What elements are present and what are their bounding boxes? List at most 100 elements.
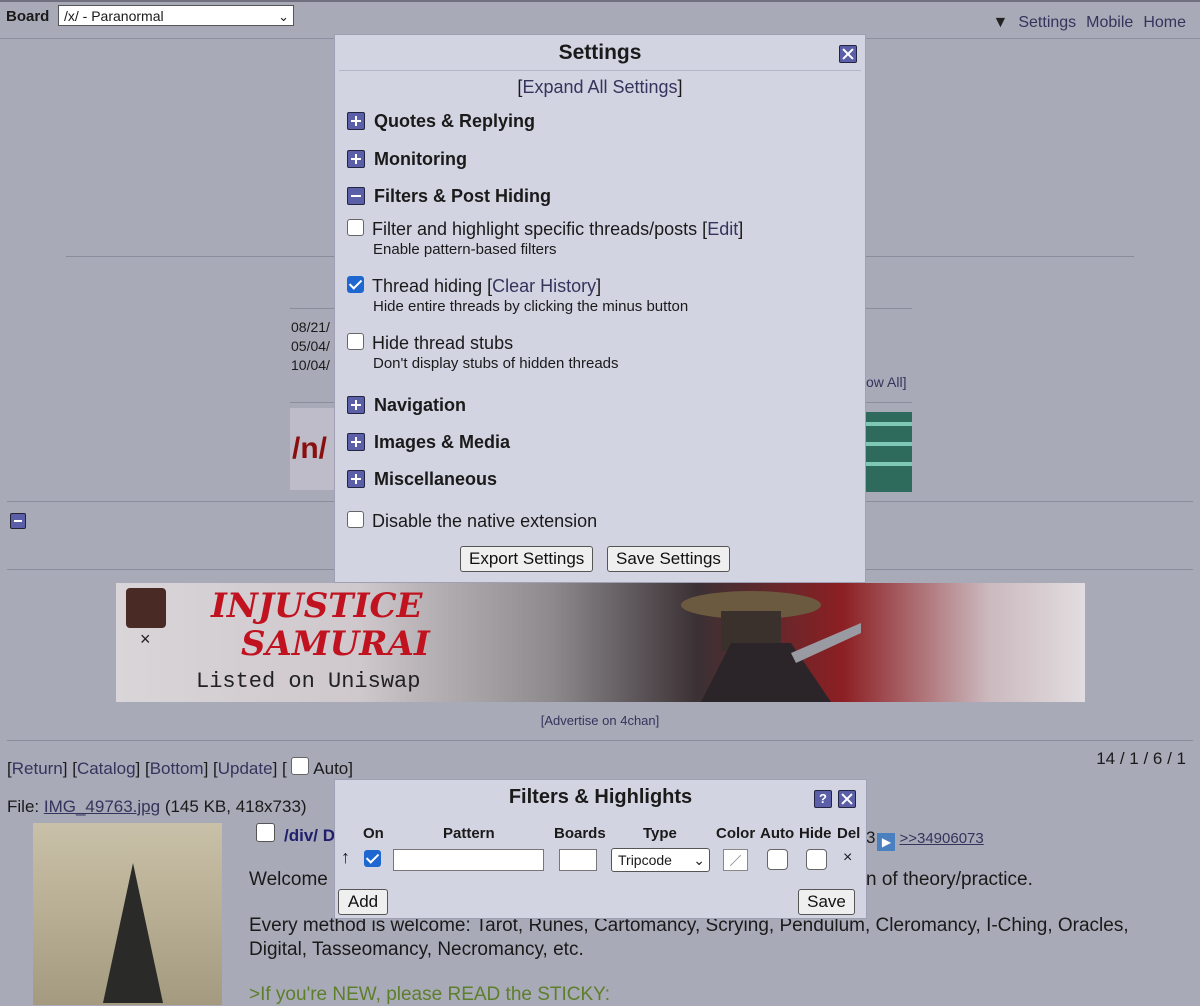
show-all-link[interactable]: ow All]: [866, 374, 906, 390]
expand-all-settings: [Expand All Settings]: [517, 77, 683, 97]
header-type: Type: [643, 825, 677, 842]
file-info: File: IMG_49763.jpg (145 KB, 418x733): [7, 797, 307, 817]
samurai-illustration: [681, 591, 861, 702]
section-images-media[interactable]: Images & Media: [347, 432, 510, 453]
post-select-checkbox[interactable]: [256, 823, 275, 842]
divider: [339, 70, 861, 71]
close-icon[interactable]: [839, 45, 857, 63]
expand-plus-icon[interactable]: [347, 396, 365, 414]
section-label: Miscellaneous: [374, 469, 498, 489]
move-up-arrow-icon[interactable]: ↑: [341, 847, 350, 868]
expand-plus-icon[interactable]: [347, 433, 365, 451]
hide-thread-button[interactable]: [10, 513, 26, 529]
file-link[interactable]: IMG_49763.jpg: [44, 797, 160, 816]
section-navigation[interactable]: Navigation: [347, 395, 466, 416]
option-thread-hiding: Thread hiding [Clear History] Hide entir…: [347, 276, 688, 315]
chevron-down-icon: ⌄: [278, 9, 289, 24]
filter-checkbox[interactable]: [347, 219, 364, 236]
ad-title: INJUSTICE SAMURAI: [211, 587, 430, 663]
save-settings-button[interactable]: Save Settings: [607, 546, 730, 572]
expand-plus-icon[interactable]: [347, 150, 365, 168]
option-description: Hide entire threads by clicking the minu…: [373, 298, 689, 315]
play-icon[interactable]: ▶: [877, 833, 896, 851]
help-icon[interactable]: ?: [814, 790, 832, 808]
expand-plus-icon[interactable]: [347, 112, 365, 130]
close-icon[interactable]: ×: [140, 629, 151, 650]
catalog-link[interactable]: Catalog: [77, 759, 136, 778]
header-del: Del: [837, 825, 861, 842]
thread-hiding-checkbox[interactable]: [347, 276, 364, 293]
advertisement-banner[interactable]: × INJUSTICE SAMURAI Listed on Uniswap: [116, 583, 1085, 702]
date-text: 05/04/: [291, 338, 330, 354]
section-filters-post-hiding[interactable]: Filters & Post Hiding: [347, 186, 551, 207]
boards-input[interactable]: [559, 849, 597, 871]
option-filter: Filter and highlight specific threads/po…: [347, 219, 743, 258]
clear-history-link[interactable]: Clear History: [492, 276, 596, 296]
expand-plus-icon[interactable]: [347, 470, 365, 488]
post-subject: /div/ D: [284, 826, 336, 845]
save-filters-button[interactable]: Save: [798, 889, 855, 915]
ad-title-line: INJUSTICE: [211, 586, 423, 626]
option-label: Hide thread stubs: [372, 333, 514, 353]
divider: [7, 740, 1193, 741]
option-label: Filter and highlight specific threads/po…: [372, 219, 698, 239]
header-color: Color: [716, 825, 756, 842]
pattern-input[interactable]: [393, 849, 544, 871]
post-number-tail: 3: [866, 828, 876, 847]
post-text: Every method is welcome: Tarot, Runes, C…: [249, 915, 1129, 960]
settings-link[interactable]: Settings: [1018, 14, 1076, 31]
settings-arrow-icon[interactable]: ▼: [993, 14, 1009, 31]
add-filter-button[interactable]: Add: [338, 889, 388, 915]
section-label: Images & Media: [374, 432, 511, 452]
bottom-link[interactable]: Bottom: [150, 759, 204, 778]
file-details: (145 KB, 418x733): [160, 797, 307, 816]
quote-link[interactable]: >>34906073: [899, 830, 983, 847]
color-picker[interactable]: [723, 849, 748, 871]
header-auto: Auto: [760, 825, 795, 842]
auto-update-checkbox[interactable]: [291, 757, 310, 775]
file-prefix: File:: [7, 797, 44, 816]
export-settings-button[interactable]: Export Settings: [460, 546, 594, 572]
expand-all-link[interactable]: Expand All Settings: [522, 77, 677, 97]
auto-checkbox[interactable]: [767, 849, 788, 870]
filter-on-checkbox[interactable]: [364, 850, 381, 867]
mobile-link[interactable]: Mobile: [1086, 14, 1133, 31]
return-link[interactable]: Return: [12, 759, 63, 778]
option-disable-native: Disable the native extension: [347, 511, 597, 532]
delete-icon[interactable]: ×: [843, 849, 852, 867]
auto-label: Auto: [313, 759, 349, 778]
disable-native-checkbox[interactable]: [347, 511, 364, 528]
home-link[interactable]: Home: [1143, 14, 1186, 31]
section-label: Quotes & Replying: [374, 111, 536, 131]
board-banner: /n/: [290, 408, 334, 490]
board-select[interactable]: /x/ - Paranormal ⌄: [58, 5, 294, 26]
board-select-value: /x/ - Paranormal: [64, 8, 164, 24]
filters-dialog: Filters & Highlights ? On Pattern Boards…: [334, 779, 867, 919]
section-miscellaneous[interactable]: Miscellaneous: [347, 469, 497, 490]
section-monitoring[interactable]: Monitoring: [347, 149, 467, 170]
settings-dialog: Settings [Expand All Settings] Quotes & …: [334, 34, 866, 583]
option-hide-stubs: Hide thread stubs Don't display stubs of…: [347, 333, 619, 372]
option-label: Disable the native extension: [372, 511, 598, 531]
chevron-down-icon: ⌄: [693, 852, 705, 868]
date-text: 10/04/: [291, 357, 330, 373]
hide-checkbox[interactable]: [806, 849, 827, 870]
section-quotes-replying[interactable]: Quotes & Replying: [347, 111, 535, 132]
thread-navigation: [Return] [Catalog] [Bottom] [Update] [ A…: [7, 757, 353, 778]
post-text: Welcome: [249, 869, 328, 890]
post-thumbnail[interactable]: [33, 823, 222, 1005]
banner-image: [866, 412, 912, 492]
type-select[interactable]: Tripcode ⌄: [611, 848, 710, 872]
option-label: Thread hiding: [372, 276, 483, 296]
advertise-link[interactable]: [Advertise on 4chan]: [0, 713, 1200, 728]
section-label: Filters & Post Hiding: [374, 186, 552, 206]
edit-filters-link[interactable]: Edit: [707, 219, 738, 239]
banner-text: /n/: [292, 432, 327, 465]
hide-stubs-checkbox[interactable]: [347, 333, 364, 350]
close-icon[interactable]: [838, 790, 856, 808]
section-label: Navigation: [374, 395, 467, 415]
update-link[interactable]: Update: [218, 759, 273, 778]
background-dates: 08/21/ 05/04/ 10/04/: [291, 318, 330, 375]
filters-title: Filters & Highlights: [508, 786, 693, 808]
collapse-minus-icon[interactable]: [347, 187, 365, 205]
